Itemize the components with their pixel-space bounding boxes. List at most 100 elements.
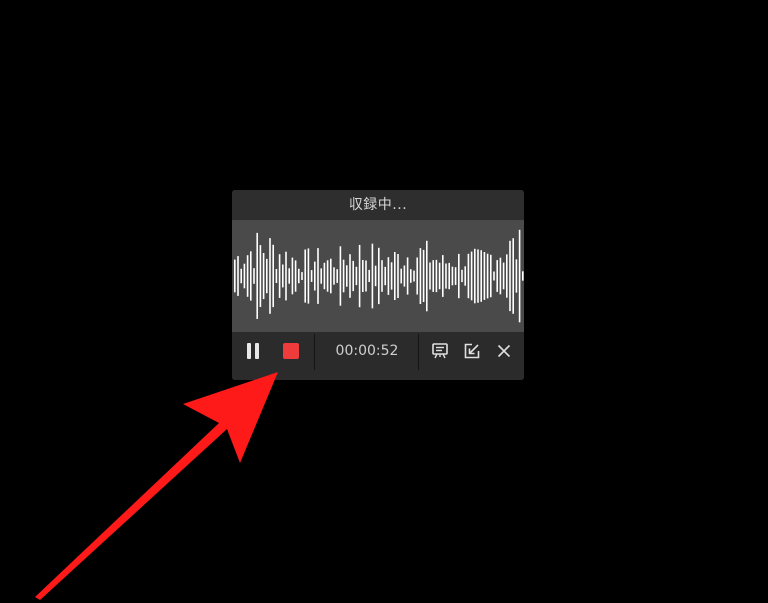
waveform-bar	[298, 268, 300, 284]
waveform-bar	[259, 245, 262, 307]
waveform-bar	[378, 247, 380, 305]
waveform-bar	[438, 262, 441, 290]
waveform-bar	[451, 266, 454, 286]
waveform-bar	[416, 257, 418, 295]
waveform-bar	[246, 255, 249, 297]
waveform-bar	[310, 270, 313, 282]
waveform-bar	[390, 262, 393, 290]
waveform-bar	[493, 271, 495, 281]
waveform-bar	[358, 244, 361, 308]
close-icon	[497, 344, 511, 358]
waveform-bar	[285, 251, 287, 301]
waveform-bar	[413, 270, 415, 282]
waveform-bar	[365, 260, 367, 292]
waveform-bar	[445, 263, 447, 289]
waveform-bar	[429, 262, 431, 290]
pause-button[interactable]	[238, 332, 268, 370]
waveform-bar	[266, 258, 268, 294]
elapsed-time: 00:00:52	[335, 343, 399, 359]
waveform-bar	[352, 260, 354, 292]
waveform-bar	[256, 232, 258, 319]
waveform-bar	[307, 248, 310, 304]
recorder-widget: 収録中... 00:00:52	[232, 190, 524, 380]
waveform-bar	[301, 272, 303, 280]
recording-status-title: 収録中...	[232, 190, 524, 220]
waveform-bar	[291, 257, 294, 295]
waveform-bar	[333, 267, 335, 285]
waveform-bar	[448, 262, 450, 290]
waveform-bar	[237, 256, 239, 296]
stop-button[interactable]	[276, 332, 306, 370]
waveform-bar	[371, 243, 374, 309]
waveform-bar	[515, 259, 518, 293]
waveform-bar	[234, 259, 236, 293]
waveform-bar	[368, 269, 370, 282]
waveform-bar	[323, 262, 326, 290]
waveform-bar	[294, 260, 297, 292]
waveform-bar	[464, 266, 466, 286]
waveform-bar	[317, 248, 319, 304]
waveform-bar	[346, 265, 348, 287]
waveform-bar	[381, 260, 383, 292]
waveform-bar	[282, 264, 284, 288]
waveform-bar	[442, 255, 444, 297]
waveform-bar	[339, 246, 342, 306]
subtitles-icon	[432, 343, 448, 359]
waveform-bar	[522, 271, 524, 281]
close-button[interactable]	[490, 332, 518, 370]
stop-icon	[283, 343, 299, 359]
waveform-bar	[454, 267, 457, 285]
waveform-bar	[518, 229, 521, 323]
control-bar: 00:00:52	[232, 332, 524, 380]
waveform-bar	[410, 269, 412, 283]
red-arrow-annotation	[35, 372, 278, 600]
waveform-bar	[253, 268, 255, 284]
waveform-bar	[320, 268, 322, 284]
waveform-bar	[384, 266, 386, 286]
waveform-bar	[326, 260, 329, 292]
subtitles-button[interactable]	[426, 332, 454, 370]
waveform-bar	[474, 248, 476, 304]
waveform-bar	[387, 257, 390, 295]
waveform-bar	[362, 260, 364, 292]
waveform-bar	[394, 252, 396, 300]
waveform-bar	[243, 263, 246, 289]
waveform-bar	[406, 257, 409, 295]
waveform-bar	[262, 253, 265, 300]
waveform-bar	[426, 240, 428, 312]
waveform-bar	[435, 259, 438, 293]
divider	[314, 334, 315, 370]
minimize-icon	[464, 343, 480, 359]
waveform-bar	[314, 261, 316, 291]
pause-icon-bar	[255, 343, 259, 359]
waveform-bar	[240, 268, 242, 284]
waveform-bar	[499, 257, 502, 295]
waveform-bar	[467, 253, 470, 299]
waveform-bar	[477, 249, 479, 303]
waveform-bar	[496, 260, 498, 292]
waveform-bar	[506, 254, 508, 298]
waveform-bar	[458, 253, 460, 299]
divider	[418, 334, 419, 370]
waveform-bar	[330, 258, 332, 294]
waveform-bar	[275, 269, 278, 283]
pause-icon	[247, 343, 251, 359]
waveform-bar	[403, 265, 406, 287]
waveform-bar	[502, 262, 505, 290]
waveform-bar	[432, 260, 434, 292]
waveform-bar	[349, 254, 351, 298]
waveform-bar	[355, 266, 358, 286]
waveform-bar	[250, 251, 252, 301]
waveform-bar	[490, 254, 492, 298]
waveform-bar	[269, 238, 271, 314]
waveform-bar	[272, 244, 274, 308]
waveform-bar	[400, 268, 402, 284]
waveform-bar	[480, 250, 482, 302]
audio-waveform	[232, 220, 524, 332]
minimize-button[interactable]	[458, 332, 486, 370]
waveform-bar	[509, 240, 511, 312]
waveform-bar	[304, 249, 306, 303]
waveform-bar	[342, 259, 345, 293]
waveform-bar	[422, 249, 425, 302]
waveform-bar	[336, 269, 338, 283]
